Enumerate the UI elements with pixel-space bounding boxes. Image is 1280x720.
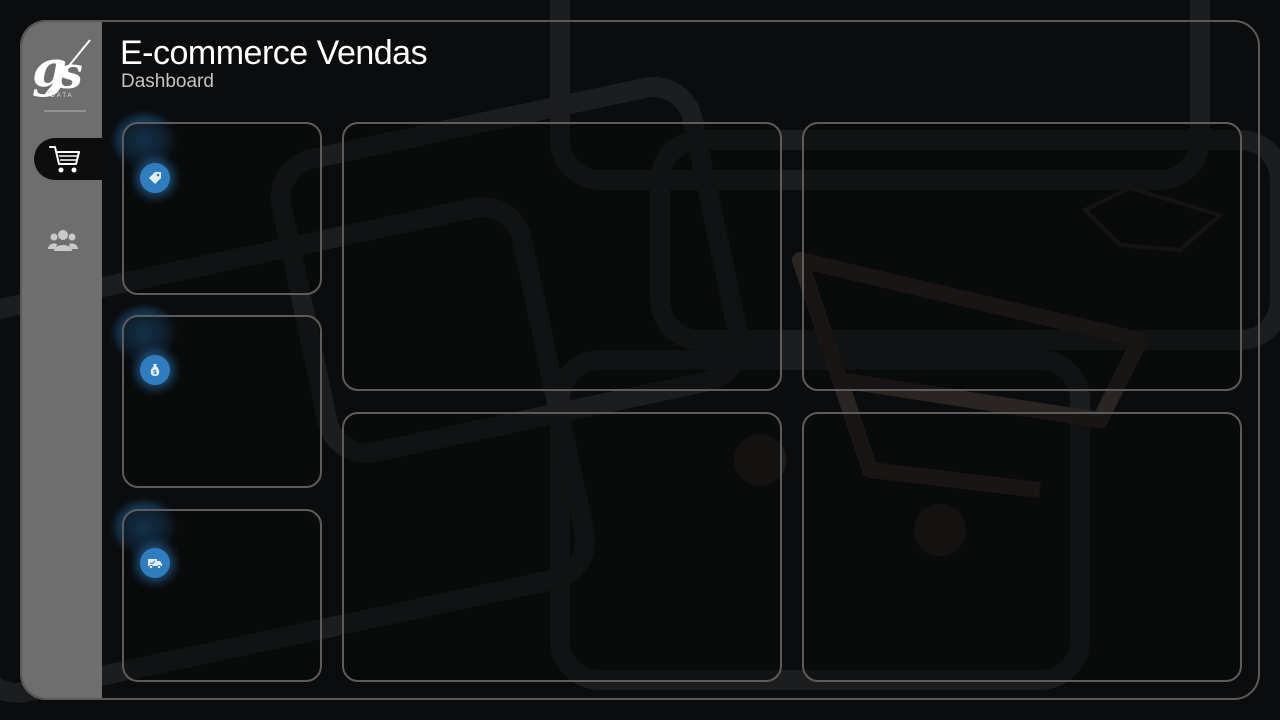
cart-icon bbox=[49, 146, 80, 173]
kpi-card-sales bbox=[122, 122, 322, 295]
kpi-icon-badge bbox=[140, 163, 170, 193]
dashboard-frame: g s DATA E-commerce Vendas Dashboard $ bbox=[20, 20, 1260, 700]
chart-card-top-right bbox=[802, 122, 1242, 391]
sidebar-item-sales[interactable] bbox=[34, 138, 102, 180]
chart-card-bottom-right bbox=[802, 412, 1242, 682]
delivery-truck-icon bbox=[148, 559, 162, 569]
kpi-icon-badge bbox=[140, 548, 170, 578]
money-bag-icon: $ bbox=[150, 364, 160, 376]
svg-text:$: $ bbox=[153, 369, 157, 376]
kpi-card-revenue bbox=[122, 315, 322, 488]
svg-text:s: s bbox=[57, 48, 83, 99]
users-icon bbox=[48, 230, 78, 251]
page-title: E-commerce Vendas bbox=[120, 34, 428, 72]
tag-icon bbox=[149, 172, 161, 184]
kpi-icon-badge: $ bbox=[140, 355, 170, 385]
gs-data-logo: g s bbox=[32, 39, 91, 112]
chart-card-bottom-left bbox=[342, 412, 782, 682]
page-subtitle: Dashboard bbox=[121, 71, 214, 92]
sidebar: g s DATA bbox=[22, 22, 102, 698]
kpi-card-deliveries bbox=[122, 509, 322, 682]
logo-subtitle: DATA bbox=[50, 93, 74, 99]
chart-card-top-left bbox=[342, 122, 782, 391]
sidebar-item-customers[interactable] bbox=[34, 219, 102, 261]
